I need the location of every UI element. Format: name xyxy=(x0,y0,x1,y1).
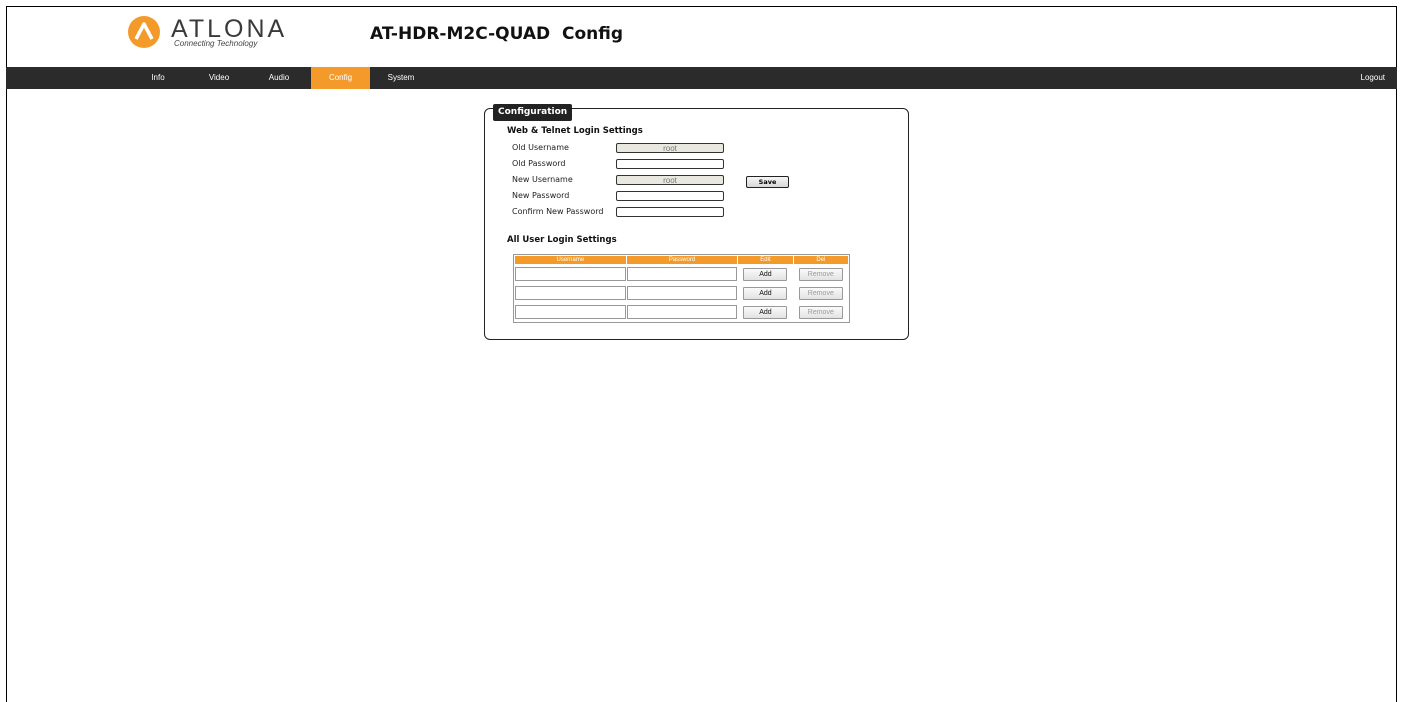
column-header-edit: Edit xyxy=(738,256,793,264)
password-input[interactable] xyxy=(626,266,738,281)
nav-item-label: Info xyxy=(151,73,165,82)
remove-user-button: Remove xyxy=(798,286,843,300)
nav-item-label: Audio xyxy=(268,73,290,82)
new-password-field[interactable] xyxy=(616,191,724,201)
nav-item-info[interactable]: Info xyxy=(139,67,177,89)
column-header-username: Username xyxy=(515,256,626,264)
logo-tagline: Connecting Technology xyxy=(174,39,258,48)
atlona-logo-icon xyxy=(128,16,160,48)
nav-item-label: System xyxy=(387,73,415,82)
nav-item-audio[interactable]: Audio xyxy=(259,67,299,89)
nav-item-video[interactable]: Video xyxy=(198,67,240,89)
old-password-field[interactable] xyxy=(616,159,724,169)
table-row: Add Remove xyxy=(515,265,848,283)
add-user-button[interactable]: Add xyxy=(743,267,788,281)
new-password-label: New Password xyxy=(512,191,570,200)
nav-item-label: Config xyxy=(328,73,353,82)
column-header-del: Del xyxy=(793,256,848,264)
new-username-label: New Username xyxy=(512,175,573,184)
user-login-table: Username Password Edit Del Add Remove Ad… xyxy=(513,254,850,323)
nav-item-label: Video xyxy=(208,73,230,82)
remove-user-button: Remove xyxy=(798,305,843,319)
password-input[interactable] xyxy=(626,304,738,319)
nav-item-config[interactable]: Config xyxy=(311,67,370,89)
username-input[interactable] xyxy=(515,304,626,319)
old-username-label: Old Username xyxy=(512,143,569,152)
username-input[interactable] xyxy=(515,266,626,281)
username-input[interactable] xyxy=(515,285,626,300)
panel-title: Configuration xyxy=(493,104,573,121)
password-input[interactable] xyxy=(626,285,738,300)
atlona-logo: ATLONA Connecting Technology xyxy=(127,15,302,49)
nav-item-system[interactable]: System xyxy=(379,67,423,89)
old-password-label: Old Password xyxy=(512,159,566,168)
confirm-password-label: Confirm New Password xyxy=(512,207,604,216)
table-header-row: Username Password Edit Del xyxy=(515,256,848,264)
users-section-title: All User Login Settings xyxy=(507,235,617,245)
confirm-password-field[interactable] xyxy=(616,207,724,217)
header: ATLONA Connecting Technology AT-HDR-M2C-… xyxy=(0,0,1403,67)
page-title: AT-HDR-M2C-QUAD Config xyxy=(370,24,624,44)
table-row: Add Remove xyxy=(515,303,848,321)
save-button[interactable]: Save xyxy=(746,176,789,188)
add-user-button[interactable]: Add xyxy=(743,286,788,300)
remove-user-button: Remove xyxy=(798,267,843,281)
table-row: Add Remove xyxy=(515,284,848,302)
old-username-field xyxy=(616,143,724,153)
logout-link[interactable]: Logout xyxy=(1361,67,1385,89)
nav-bar: Info Video Audio Config System Logout xyxy=(6,67,1397,89)
add-user-button[interactable]: Add xyxy=(743,305,788,319)
login-section-title: Web & Telnet Login Settings xyxy=(507,126,643,136)
column-header-password: Password xyxy=(626,256,738,264)
new-username-field xyxy=(616,175,724,185)
